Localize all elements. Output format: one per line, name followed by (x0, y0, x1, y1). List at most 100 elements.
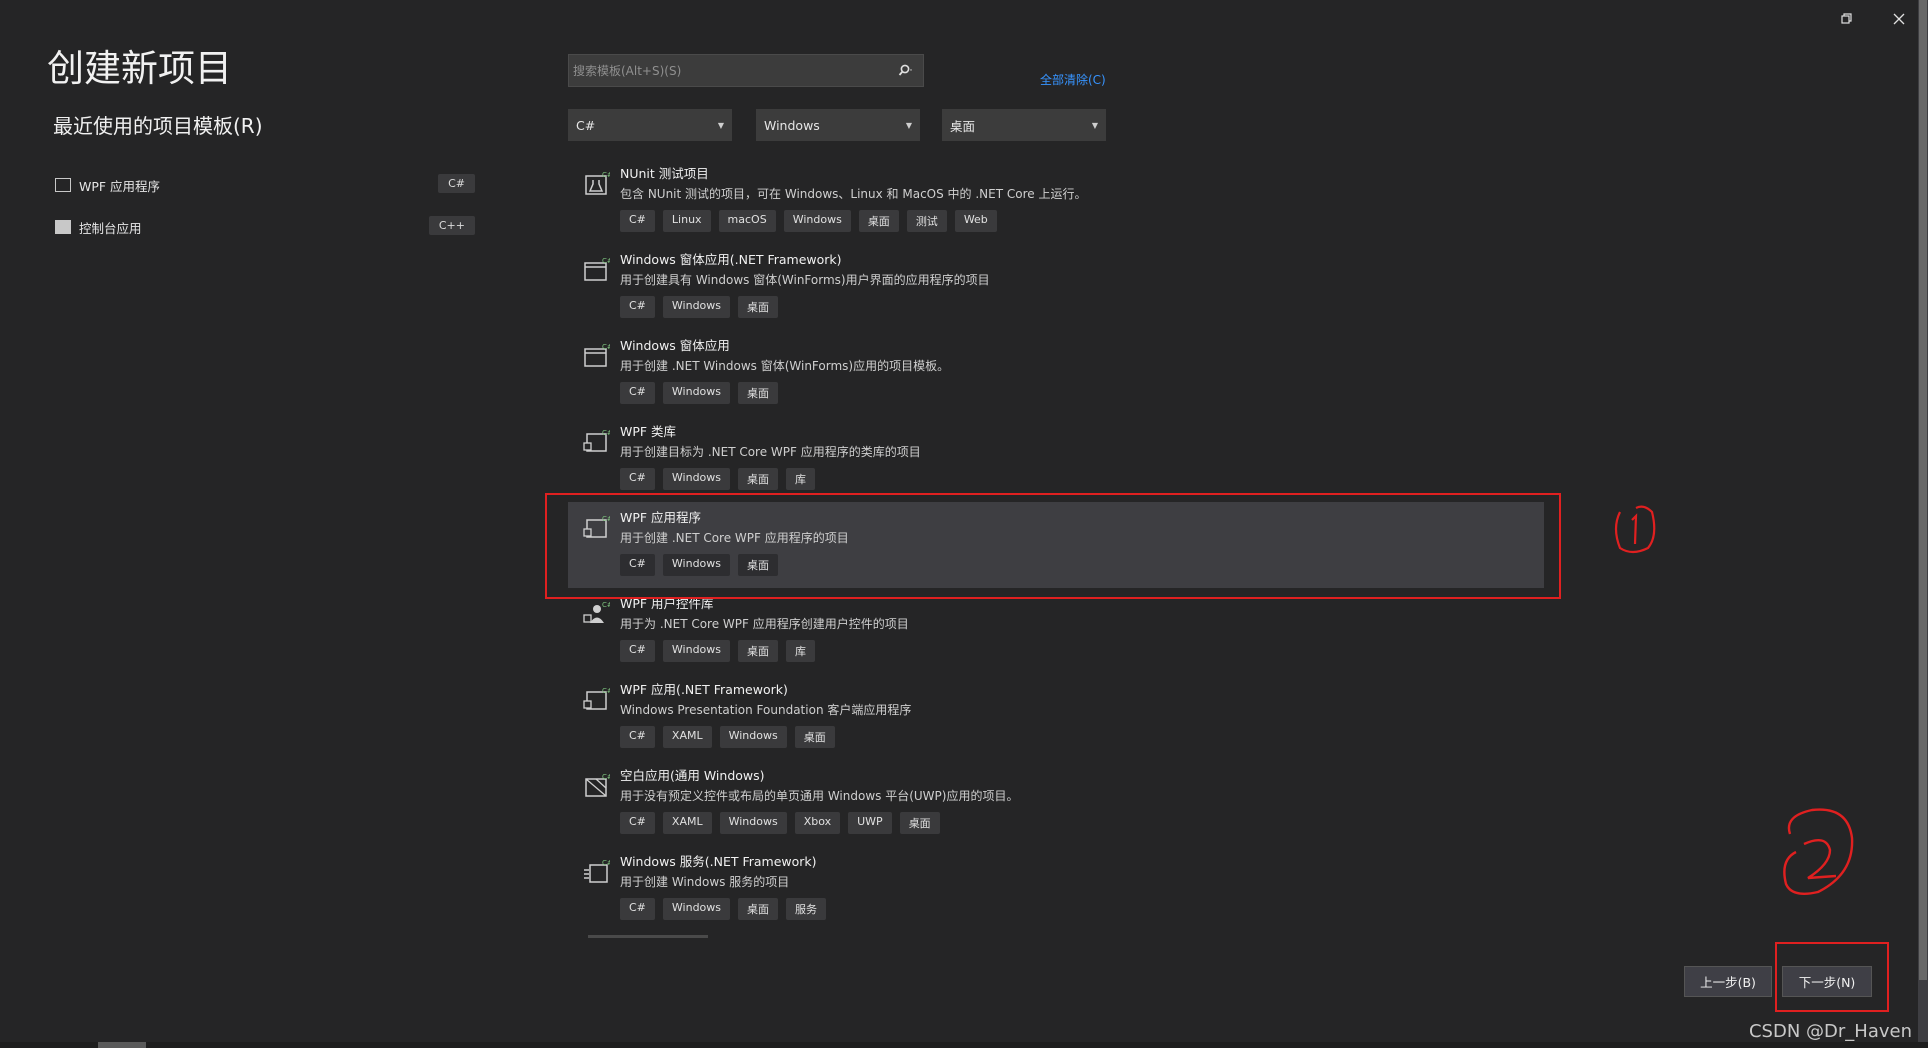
template-description: Windows Presentation Foundation 客户端应用程序 (620, 703, 912, 717)
console-app-icon (55, 220, 71, 234)
svg-text:C#: C# (602, 687, 610, 695)
highlight-next-button (1775, 942, 1889, 1012)
template-description: 用于没有预定义控件或布局的单页通用 Windows 平台(UWP)应用的项目。 (620, 789, 1019, 803)
tag: 桌面 (738, 640, 779, 662)
recent-item-lang-badge: C# (438, 174, 475, 193)
clipped-item-hint (588, 935, 708, 938)
template-item-winforms-framework[interactable]: C# Windows 窗体应用(.NET Framework) 用于创建具有 W… (568, 244, 1544, 330)
clear-all-link[interactable]: 全部清除(C) (1040, 71, 1106, 88)
template-name: Windows 窗体应用 (620, 338, 730, 353)
tag: 桌面 (738, 898, 779, 920)
tag: 桌面 (858, 210, 899, 232)
template-item-nunit[interactable]: C# NUnit 测试项目 包含 NUnit 测试的项目，可在 Windows、… (568, 158, 1544, 244)
back-button[interactable]: 上一步(B) (1684, 966, 1772, 997)
template-item-winforms[interactable]: C# Windows 窗体应用 用于创建 .NET Windows 窗体(Win… (568, 330, 1544, 416)
platform-filter[interactable]: Windows ▼ (756, 109, 920, 141)
template-name: WPF 类库 (620, 424, 677, 439)
search-box (568, 54, 924, 87)
tag: XAML (662, 726, 712, 748)
tag: 库 (786, 640, 816, 662)
svg-text:C#: C# (602, 429, 610, 437)
template-item-wpf-library[interactable]: C# WPF 类库 用于创建目标为 .NET Core WPF 应用程序的类库的… (568, 416, 1544, 502)
project-type-filter[interactable]: 桌面 ▼ (942, 109, 1106, 141)
tag: Windows (662, 898, 731, 920)
recent-item-console-app[interactable]: 控制台应用 C++ (55, 206, 475, 248)
template-name: NUnit 测试项目 (620, 166, 709, 181)
recent-item-label: WPF 应用程序 (79, 178, 161, 194)
template-tags: C# Windows 桌面 库 (620, 468, 1544, 490)
template-tags: C# XAML Windows Xbox UWP 桌面 (620, 812, 1544, 834)
template-name: Windows 窗体应用(.NET Framework) (620, 252, 842, 267)
wpf-library-icon: C# (583, 429, 610, 452)
template-item-partial (568, 932, 1544, 942)
tag: C# (620, 382, 655, 404)
scrollbar-thumb[interactable] (1919, 0, 1927, 980)
template-description: 用于为 .NET Core WPF 应用程序创建用户控件的项目 (620, 617, 909, 631)
wpf-usercontrol-icon: C# (583, 601, 610, 623)
annotation-mark-1 (1614, 505, 1656, 554)
highlight-selected-template (545, 493, 1561, 599)
tag: 桌面 (738, 382, 779, 404)
svg-text:C#: C# (602, 859, 610, 867)
windows-service-icon: C# (584, 859, 610, 883)
uwp-app-icon: C# (585, 773, 610, 797)
template-tags: C# Windows 桌面 (620, 296, 1544, 318)
tag: C# (620, 210, 655, 232)
tag: Windows (719, 812, 787, 834)
wpf-app-icon: C# (583, 687, 610, 710)
template-description: 用于创建具有 Windows 窗体(WinForms)用户界面的应用程序的项目 (620, 273, 990, 287)
language-filter[interactable]: C# ▼ (568, 109, 732, 141)
tag: C# (620, 726, 655, 748)
platform-filter-value: Windows (764, 117, 820, 133)
page-title: 创建新项目 (47, 47, 232, 90)
tag: Xbox (794, 812, 841, 834)
svg-text:C#: C# (602, 773, 610, 781)
wpf-app-icon (55, 178, 71, 192)
template-description: 用于创建目标为 .NET Core WPF 应用程序的类库的项目 (620, 445, 921, 459)
search-icon[interactable] (889, 55, 923, 86)
tag: C# (620, 898, 655, 920)
recent-item-lang-badge: C++ (428, 216, 475, 235)
tag: Windows (662, 382, 731, 404)
tag: 桌面 (738, 468, 779, 490)
template-tags: C# Windows 桌面 (620, 382, 1544, 404)
tag: C# (620, 468, 655, 490)
tag: C# (620, 640, 655, 662)
recent-item-wpf-app[interactable]: WPF 应用程序 C# (55, 164, 475, 206)
template-name: Windows 服务(.NET Framework) (620, 854, 817, 869)
svg-text:C#: C# (602, 601, 610, 609)
vertical-scrollbar[interactable] (1918, 0, 1928, 1048)
tag: Windows (662, 640, 731, 662)
template-description: 用于创建 .NET Windows 窗体(WinForms)应用的项目模板。 (620, 359, 950, 373)
tag: 测试 (906, 210, 947, 232)
horizontal-scrollbar-thumb[interactable] (98, 1042, 146, 1048)
winforms-icon: C# (584, 257, 610, 281)
template-name: WPF 应用(.NET Framework) (620, 682, 788, 697)
chevron-down-icon: ▼ (905, 120, 912, 130)
template-item-uwp-blank[interactable]: C# 空白应用(通用 Windows) 用于没有预定义控件或布局的单页通用 Wi… (568, 760, 1544, 846)
tag: macOS (718, 210, 776, 232)
template-tags: C# XAML Windows 桌面 (620, 726, 1544, 748)
svg-text:C#: C# (602, 171, 610, 179)
recent-templates-heading: 最近使用的项目模板(R) (53, 114, 263, 138)
template-description: 用于创建 Windows 服务的项目 (620, 875, 790, 889)
close-icon[interactable] (1886, 6, 1912, 32)
template-name: 空白应用(通用 Windows) (620, 768, 765, 783)
annotation-mark-2 (1783, 808, 1854, 895)
svg-text:C#: C# (602, 257, 610, 265)
horizontal-scrollbar[interactable] (0, 1042, 1928, 1048)
template-tags: C# Windows 桌面 库 (620, 640, 1544, 662)
restore-icon[interactable] (1834, 6, 1860, 32)
tag: Windows (662, 468, 731, 490)
svg-text:C#: C# (602, 343, 610, 351)
language-filter-value: C# (576, 117, 596, 133)
tag: Windows (783, 210, 851, 232)
template-item-wpf-usercontrol[interactable]: C# WPF 用户控件库 用于为 .NET Core WPF 应用程序创建用户控… (568, 588, 1544, 674)
template-item-wpf-framework[interactable]: C# WPF 应用(.NET Framework) Windows Presen… (568, 674, 1544, 760)
template-description: 包含 NUnit 测试的项目，可在 Windows、Linux 和 MacOS … (620, 187, 1087, 201)
tag: 桌面 (899, 812, 940, 834)
tag: 服务 (786, 898, 827, 920)
tag: Windows (719, 726, 787, 748)
template-item-windows-service[interactable]: C# Windows 服务(.NET Framework) 用于创建 Windo… (568, 846, 1544, 932)
search-input[interactable] (569, 55, 889, 86)
